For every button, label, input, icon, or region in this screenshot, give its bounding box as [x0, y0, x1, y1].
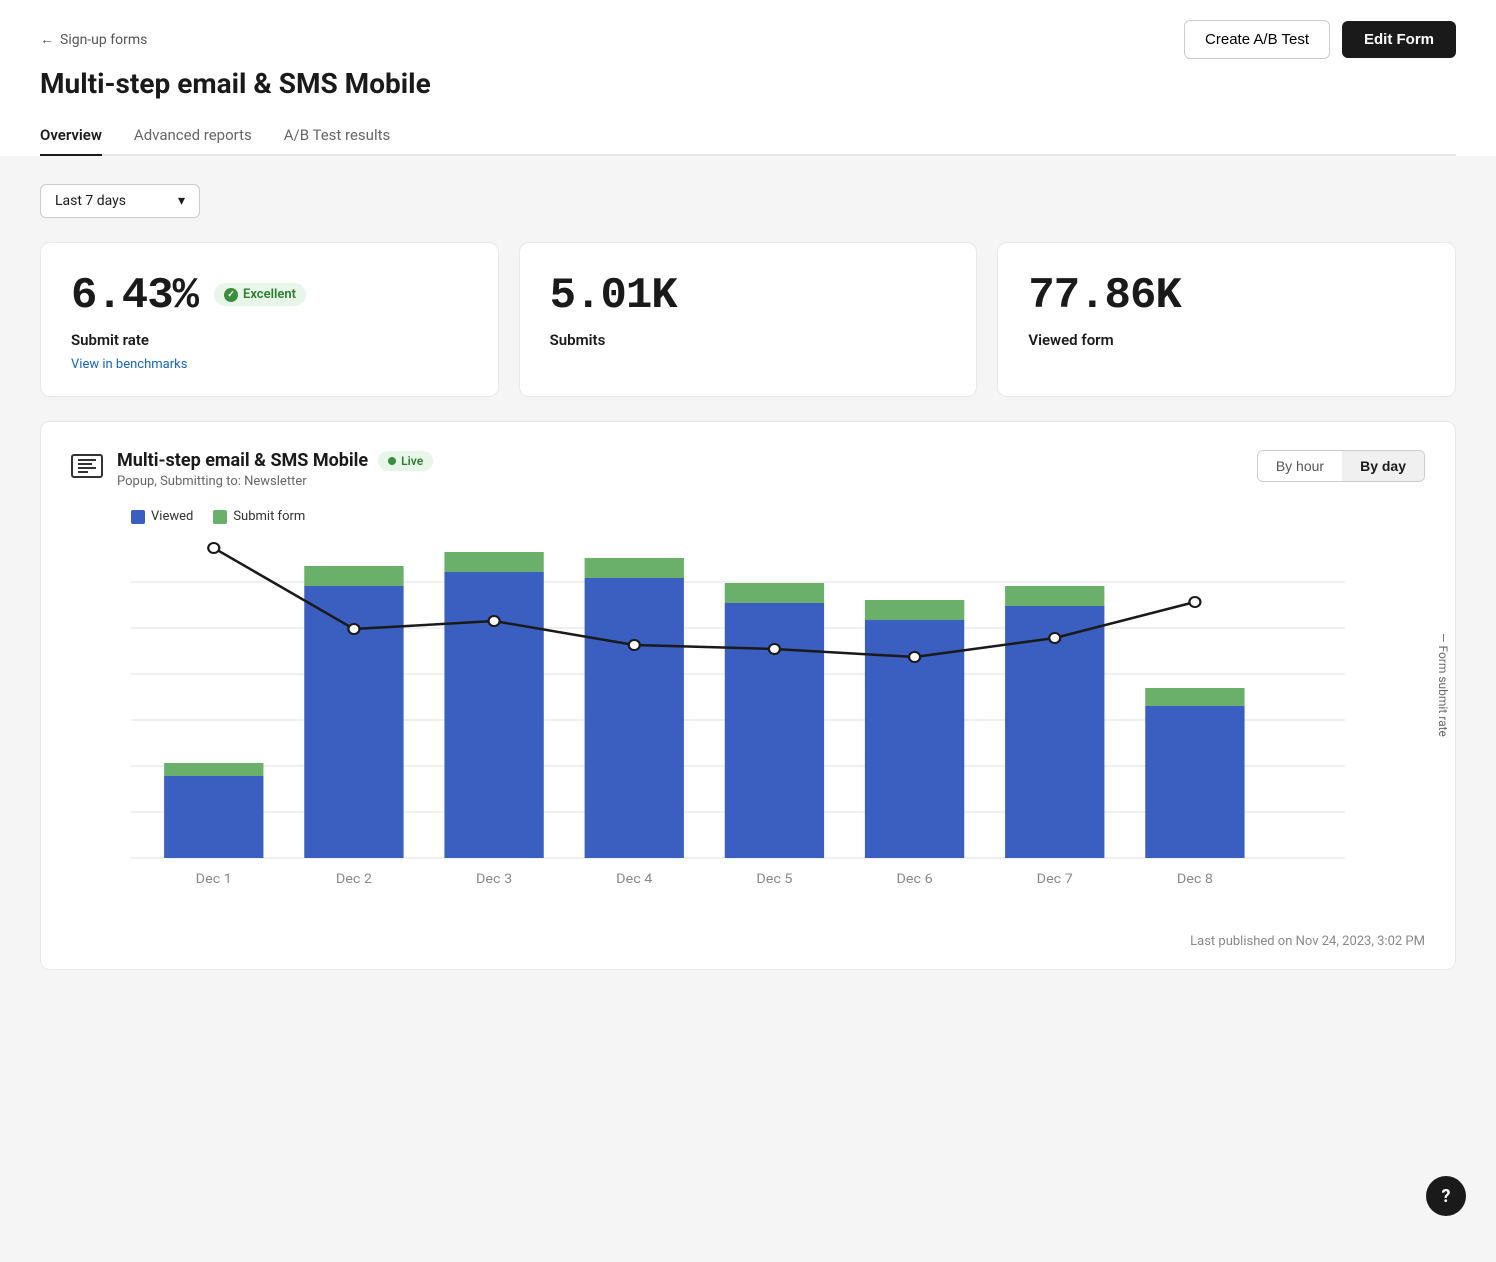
- chart-card: Multi-step email & SMS Mobile Live Popup…: [40, 421, 1456, 970]
- chart-form-icon: [71, 454, 103, 478]
- tab-ab-test-results[interactable]: A/B Test results: [284, 116, 391, 156]
- line-dot-dec5: [769, 644, 780, 654]
- bar-dec5-viewed: [725, 603, 824, 858]
- excellent-badge: ✓ Excellent: [214, 283, 306, 306]
- breadcrumb-left: ← Sign-up forms: [40, 31, 147, 48]
- date-filter-label: Last 7 days: [55, 193, 126, 209]
- bar-dec6-submit: [865, 600, 964, 620]
- date-filter-dropdown[interactable]: Last 7 days ▾: [40, 184, 200, 218]
- legend-submit-form: Submit form: [213, 509, 305, 524]
- line-dot-dec6: [909, 652, 920, 662]
- chart-title-block: Multi-step email & SMS Mobile Live Popup…: [71, 450, 433, 489]
- bar-dec4-submit: [585, 558, 684, 578]
- chart-toggle: By hour By day: [1257, 450, 1425, 482]
- chart-container: 0 2K 4K 6K 8K 10K 12K 0% 1.16% 2.33% 3.4…: [71, 538, 1425, 918]
- svg-text:Dec 2: Dec 2: [336, 872, 372, 887]
- chart-title-main: Multi-step email & SMS Mobile Live: [117, 450, 433, 471]
- legend-submit-label: Submit form: [233, 509, 305, 524]
- chart-svg: 0 2K 4K 6K 8K 10K 12K 0% 1.16% 2.33% 3.4…: [131, 538, 1345, 918]
- bar-dec8-submit: [1145, 688, 1244, 706]
- tab-advanced-reports[interactable]: Advanced reports: [134, 116, 252, 156]
- header-right-buttons: Create A/B Test Edit Form: [1184, 20, 1456, 59]
- chart-title-text: Multi-step email & SMS Mobile Live Popup…: [117, 450, 433, 489]
- chart-area: 0 2K 4K 6K 8K 10K 12K 0% 1.16% 2.33% 3.4…: [131, 538, 1345, 918]
- page-title: Multi-step email & SMS Mobile: [40, 67, 1456, 100]
- live-badge: Live: [378, 451, 433, 471]
- tab-overview[interactable]: Overview: [40, 116, 102, 156]
- legend-submit-box: [213, 510, 227, 524]
- stat-label-submit-rate: Submit rate: [71, 331, 468, 349]
- stat-value-row-3: 77.86K: [1028, 271, 1425, 321]
- stat-value-submits: 5.01K: [550, 271, 677, 321]
- line-dot-dec8: [1189, 597, 1200, 607]
- legend-viewed-label: Viewed: [151, 509, 193, 524]
- svg-text:Dec 6: Dec 6: [897, 872, 933, 887]
- toggle-by-day-button[interactable]: By day: [1342, 451, 1424, 481]
- svg-text:Dec 4: Dec 4: [616, 872, 652, 887]
- tabs-row: Overview Advanced reports A/B Test resul…: [40, 116, 1456, 156]
- stat-value-row-2: 5.01K: [550, 271, 947, 321]
- excellent-label: Excellent: [243, 287, 296, 302]
- chart-footer: Last published on Nov 24, 2023, 3:02 PM: [71, 934, 1425, 949]
- line-dot-dec7: [1049, 633, 1060, 643]
- line-dot-dec4: [629, 640, 640, 650]
- stat-card-submit-rate: 6.43% ✓ Excellent Submit rate View in be…: [40, 242, 499, 397]
- live-label: Live: [401, 454, 423, 468]
- line-dot-dec3: [489, 616, 500, 626]
- stat-label-viewed: Viewed form: [1028, 331, 1425, 349]
- line-dot-dec2: [348, 624, 359, 634]
- bar-dec5-submit: [725, 583, 824, 603]
- top-header: ← Sign-up forms Create A/B Test Edit For…: [0, 0, 1496, 156]
- back-arrow-icon: ←: [40, 31, 54, 48]
- edit-form-button[interactable]: Edit Form: [1342, 21, 1456, 58]
- svg-text:Dec 1: Dec 1: [196, 872, 232, 887]
- main-content: Last 7 days ▾ 6.43% ✓ Excellent Submit r…: [0, 156, 1496, 1262]
- help-button[interactable]: ?: [1426, 1176, 1466, 1216]
- chart-legend: Viewed Submit form: [131, 509, 1425, 524]
- view-benchmarks-link[interactable]: View in benchmarks: [71, 357, 187, 372]
- svg-text:Dec 7: Dec 7: [1037, 872, 1073, 887]
- bar-dec2-submit: [304, 566, 403, 586]
- page-wrapper: ← Sign-up forms Create A/B Test Edit For…: [0, 0, 1496, 1262]
- create-ab-button[interactable]: Create A/B Test: [1184, 20, 1330, 59]
- chart-title-name: Multi-step email & SMS Mobile: [117, 450, 368, 471]
- toggle-by-hour-button[interactable]: By hour: [1258, 451, 1342, 481]
- stat-value-viewed: 77.86K: [1028, 271, 1180, 321]
- legend-viewed: Viewed: [131, 509, 193, 524]
- bar-dec7-submit: [1005, 586, 1104, 606]
- stats-cards: 6.43% ✓ Excellent Submit rate View in be…: [40, 242, 1456, 397]
- legend-viewed-box: [131, 510, 145, 524]
- stat-label-submits: Submits: [550, 331, 947, 349]
- bar-dec3-viewed: [444, 572, 543, 858]
- filter-row: Last 7 days ▾: [40, 184, 1456, 218]
- bar-dec8-viewed: [1145, 706, 1244, 858]
- chart-header: Multi-step email & SMS Mobile Live Popup…: [71, 450, 1425, 489]
- bar-dec3-submit: [444, 552, 543, 572]
- chart-subtitle: Popup, Submitting to: Newsletter: [117, 474, 433, 489]
- breadcrumb-link[interactable]: Sign-up forms: [60, 32, 147, 48]
- stat-value-row-1: 6.43% ✓ Excellent: [71, 271, 468, 321]
- breadcrumb-row: ← Sign-up forms Create A/B Test Edit For…: [40, 20, 1456, 59]
- stat-value-submit-rate: 6.43%: [71, 271, 198, 321]
- svg-text:Dec 3: Dec 3: [476, 872, 512, 887]
- stat-card-viewed: 77.86K Viewed form: [997, 242, 1456, 397]
- check-icon: ✓: [224, 288, 238, 302]
- live-dot-icon: [388, 457, 396, 465]
- bar-dec1-viewed: [164, 776, 263, 858]
- bar-dec1-submit: [164, 763, 263, 776]
- chevron-down-icon: ▾: [178, 193, 185, 209]
- right-axis-label: — Form submit rate: [1436, 633, 1450, 737]
- line-dot-dec1: [208, 543, 219, 553]
- svg-text:Dec 5: Dec 5: [756, 872, 792, 887]
- svg-text:Dec 8: Dec 8: [1177, 872, 1213, 887]
- stat-card-submits: 5.01K Submits: [519, 242, 978, 397]
- last-published-label: Last published on Nov 24, 2023, 3:02 PM: [1190, 934, 1425, 949]
- bar-dec4-viewed: [585, 578, 684, 858]
